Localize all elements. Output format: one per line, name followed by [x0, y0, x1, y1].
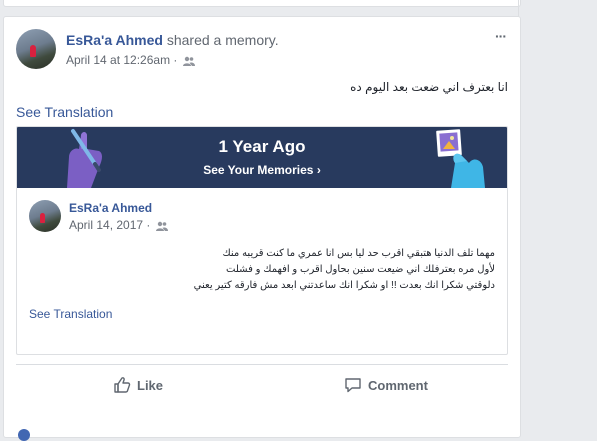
post-timestamp[interactable]: April 14 at 12:26am	[66, 53, 170, 67]
globe-icon	[18, 429, 30, 441]
memory-post-text: مهما تلف الدنيا هتبقي اقرب حد ليا بس انا…	[55, 246, 495, 294]
memory-see-translation-link[interactable]: See Translation	[29, 307, 112, 321]
previous-post-edge	[3, 0, 521, 7]
memory-text-line: دلوقتي شكرا انك بعدت !! او شكرا انك ساعد…	[193, 280, 495, 291]
photo-hand-icon	[436, 129, 485, 188]
like-button[interactable]: Like	[113, 375, 163, 395]
post-meta: April 14 at 12:26am ·	[66, 53, 195, 69]
post-header: EsRa'a Ahmed shared a memory.	[66, 32, 279, 48]
meta-separator: ·	[170, 53, 181, 67]
chevron-right-icon: ›	[316, 163, 321, 177]
friends-icon[interactable]	[182, 55, 195, 69]
post-text: انا بعترف اني ضعت بعد اليوم ده	[350, 80, 508, 94]
post-action-text: shared a memory.	[162, 32, 279, 48]
memory-text-line: لأول مره بعترفلك اني ضيعت سنين بحاول اقر…	[226, 264, 495, 275]
avatar-figure	[40, 213, 45, 223]
actions-divider	[16, 364, 508, 365]
comment-icon	[345, 378, 361, 393]
avatar-figure	[30, 45, 36, 57]
see-your-memories-label: See Your Memories	[203, 163, 314, 177]
memory-author-name-link[interactable]: EsRa'a Ahmed	[69, 201, 152, 215]
memory-post-meta: April 14, 2017 ·	[69, 218, 168, 234]
author-avatar[interactable]	[16, 29, 56, 69]
memory-banner[interactable]: 1 Year Ago See Your Memories ›	[17, 127, 507, 188]
meta-separator: ·	[143, 218, 154, 232]
like-icon	[114, 377, 131, 393]
more-options-icon[interactable]: ···	[495, 28, 507, 44]
memory-post-card: EsRa'a Ahmed shared a memory. April 14 a…	[3, 16, 521, 441]
comment-label: Comment	[368, 377, 428, 393]
friends-icon[interactable]	[155, 220, 168, 234]
see-translation-link[interactable]: See Translation	[16, 104, 113, 120]
author-name-link[interactable]: EsRa'a Ahmed	[66, 32, 163, 48]
memory-post-date[interactable]: April 14, 2017	[69, 218, 143, 232]
memory-text-line: مهما تلف الدنيا هتبقي اقرب حد ليا بس انا…	[222, 248, 495, 259]
like-label: Like	[137, 377, 164, 393]
comment-button[interactable]: Comment	[344, 375, 428, 395]
memory-attachment[interactable]: 1 Year Ago See Your Memories › EsRa'a Ah…	[16, 126, 508, 355]
memory-author-avatar[interactable]	[29, 200, 61, 232]
